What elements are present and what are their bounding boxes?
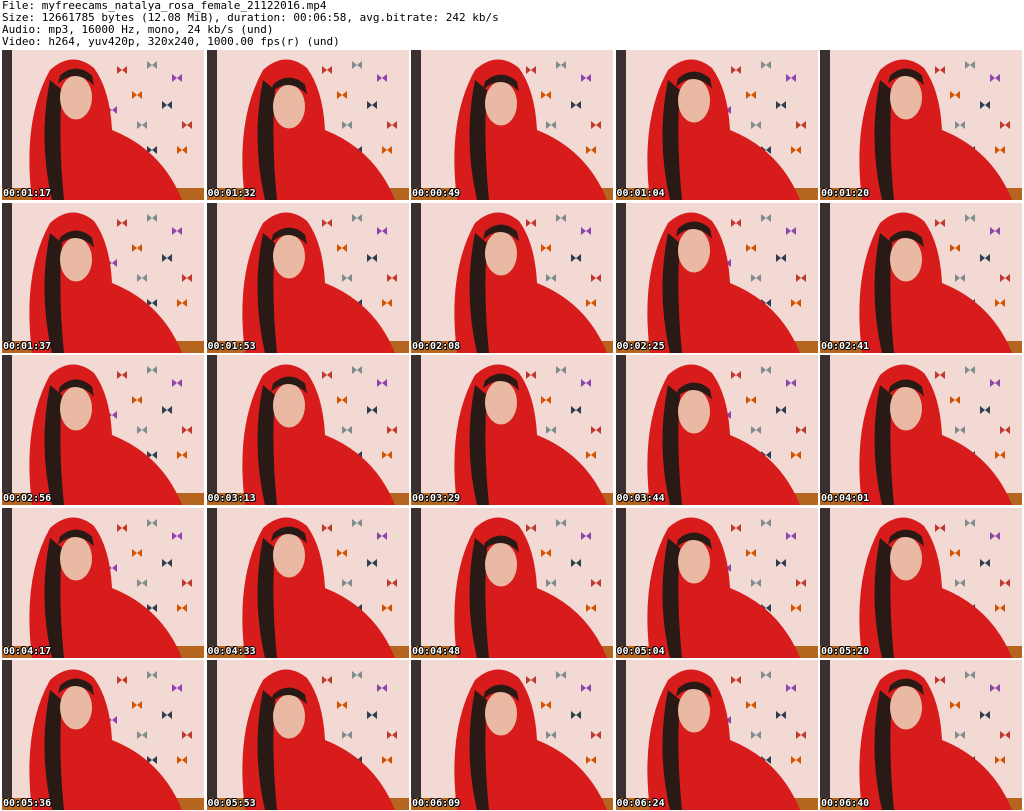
video-thumbnail[interactable]: 00:01:17 [2, 50, 204, 200]
video-thumbnail[interactable]: 00:02:08 [411, 202, 613, 353]
video-thumbnail[interactable]: 00:01:53 [206, 202, 409, 353]
thumbnail-frame-image [411, 355, 613, 505]
thumbnail-frame-image [2, 355, 204, 505]
thumbnail-frame-image [206, 660, 409, 810]
thumbnail-timestamp: 00:05:53 [207, 798, 256, 809]
video-thumbnail[interactable]: 00:02:41 [820, 202, 1022, 353]
thumbnail-timestamp: 00:05:20 [821, 645, 870, 657]
thumbnail-timestamp: 00:02:56 [3, 493, 52, 504]
thumbnail-timestamp: 00:03:29 [412, 493, 461, 504]
thumbnail-frame-image [411, 202, 613, 353]
thumbnail-frame-image [206, 202, 409, 353]
thumbnail-frame-image [615, 507, 818, 658]
thumbnail-frame-image [615, 660, 818, 810]
video-thumbnail[interactable]: 00:05:53 [206, 660, 409, 810]
thumbnail-timestamp: 00:06:40 [821, 798, 870, 809]
thumbnail-timestamp: 00:04:01 [821, 493, 870, 504]
video-thumbnail[interactable]: 00:03:29 [411, 355, 613, 505]
thumbnail-timestamp: 00:04:48 [412, 645, 461, 657]
thumbnail-timestamp: 00:02:08 [412, 340, 461, 352]
thumbnail-frame-image [2, 202, 204, 353]
video-thumbnail[interactable]: 00:05:20 [820, 507, 1022, 658]
video-thumbnail[interactable]: 00:01:04 [615, 50, 818, 200]
video-info-line: Video: h264, yuv420p, 320x240, 1000.00 f… [2, 35, 340, 48]
thumbnail-frame-image [820, 507, 1022, 658]
thumbnail-timestamp: 00:06:24 [616, 798, 665, 809]
thumbnail-frame-image [411, 660, 613, 810]
thumbnail-frame-image [615, 50, 818, 200]
video-thumbnail[interactable]: 00:05:36 [2, 660, 204, 810]
thumbnail-grid: 00:01:17 00:01:32 00:00:49 00:01:04 00:01:20… [2, 50, 1022, 810]
thumbnail-frame-image [820, 355, 1022, 505]
thumbnail-timestamp: 00:05:36 [3, 798, 52, 809]
video-thumbnail[interactable]: 00:01:37 [2, 202, 204, 353]
file-info-header: File: myfreecams_natalya_rosa_female_211… [2, 0, 1022, 48]
thumbnail-timestamp: 00:01:53 [207, 340, 256, 352]
video-thumbnail[interactable]: 00:02:25 [615, 202, 818, 353]
thumbnail-timestamp: 00:02:25 [616, 340, 665, 352]
video-thumbnail[interactable]: 00:05:04 [615, 507, 818, 658]
video-thumbnail[interactable]: 00:06:09 [411, 660, 613, 810]
thumbnail-timestamp: 00:03:13 [207, 493, 256, 504]
thumbnail-timestamp: 00:04:33 [207, 645, 256, 657]
thumbnail-frame-image [2, 507, 204, 658]
thumbnail-timestamp: 00:01:20 [821, 188, 870, 199]
thumbnail-timestamp: 00:03:44 [616, 493, 665, 504]
video-thumbnail[interactable]: 00:04:33 [206, 507, 409, 658]
video-thumbnail[interactable]: 00:01:32 [206, 50, 409, 200]
thumbnail-frame-image [206, 50, 409, 200]
thumbnail-timestamp: 00:02:41 [821, 340, 870, 352]
thumbnail-timestamp: 00:00:49 [412, 188, 461, 199]
thumbnail-timestamp: 00:06:09 [412, 798, 461, 809]
thumbnail-frame-image [411, 50, 613, 200]
video-thumbnail[interactable]: 00:06:24 [615, 660, 818, 810]
thumbnail-frame-image [820, 50, 1022, 200]
thumbnail-frame-image [206, 355, 409, 505]
thumbnail-timestamp: 00:01:32 [207, 188, 256, 199]
video-thumbnail[interactable]: 00:06:40 [820, 660, 1022, 810]
video-thumbnail[interactable]: 00:04:17 [2, 507, 204, 658]
thumbnail-timestamp: 00:01:37 [3, 340, 52, 352]
video-thumbnail[interactable]: 00:00:49 [411, 50, 613, 200]
thumbnail-timestamp: 00:01:04 [616, 188, 665, 199]
video-thumbnail[interactable]: 00:03:13 [206, 355, 409, 505]
video-thumbnail[interactable]: 00:01:20 [820, 50, 1022, 200]
video-thumbnail[interactable]: 00:04:48 [411, 507, 613, 658]
video-thumbnail[interactable]: 00:03:44 [615, 355, 818, 505]
thumbnail-frame-image [411, 507, 613, 658]
thumbnail-frame-image [615, 355, 818, 505]
thumbnail-frame-image [820, 660, 1022, 810]
thumbnail-frame-image [206, 507, 409, 658]
thumbnail-timestamp: 00:01:17 [3, 188, 52, 199]
thumbnail-frame-image [2, 660, 204, 810]
thumbnail-frame-image [820, 202, 1022, 353]
thumbnail-timestamp: 00:05:04 [616, 645, 665, 657]
video-thumbnail[interactable]: 00:04:01 [820, 355, 1022, 505]
thumbnail-timestamp: 00:04:17 [3, 645, 52, 657]
thumbnail-frame-image [2, 50, 204, 200]
video-thumbnail[interactable]: 00:02:56 [2, 355, 204, 505]
thumbnail-frame-image [615, 202, 818, 353]
